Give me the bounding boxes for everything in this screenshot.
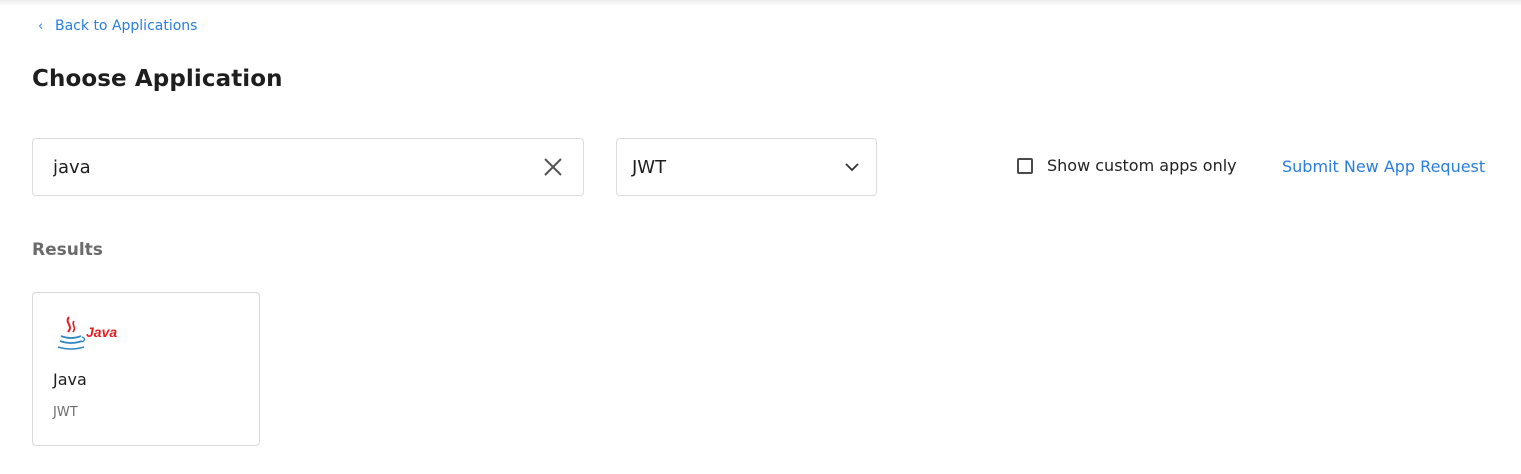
clear-search-button[interactable] (541, 155, 565, 179)
back-to-applications-link[interactable]: ‹ Back to Applications (38, 18, 197, 34)
custom-apps-checkbox[interactable] (1017, 157, 1033, 174)
app-type: JWT (53, 405, 78, 420)
top-shadow (0, 0, 1521, 6)
close-icon (544, 158, 562, 176)
chevron-down-icon (845, 162, 859, 171)
page-title: Choose Application (32, 66, 283, 92)
custom-apps-toggle[interactable]: Show custom apps only (1017, 156, 1237, 175)
submit-new-app-request-link[interactable]: Submit New App Request (1282, 157, 1485, 176)
search-field[interactable] (32, 138, 584, 196)
protocol-select[interactable]: JWT (616, 138, 877, 196)
chevron-left-icon: ‹ (38, 18, 44, 34)
back-link-label: Back to Applications (55, 18, 198, 34)
java-logo-wordmark: Java (86, 324, 117, 340)
app-name: Java (53, 370, 87, 389)
results-heading: Results (32, 240, 103, 260)
app-card-java[interactable]: Java Java JWT (32, 292, 260, 446)
custom-apps-label: Show custom apps only (1047, 156, 1237, 175)
java-logo: Java (55, 315, 135, 355)
protocol-select-value: JWT (632, 156, 667, 178)
search-input[interactable] (33, 139, 541, 195)
